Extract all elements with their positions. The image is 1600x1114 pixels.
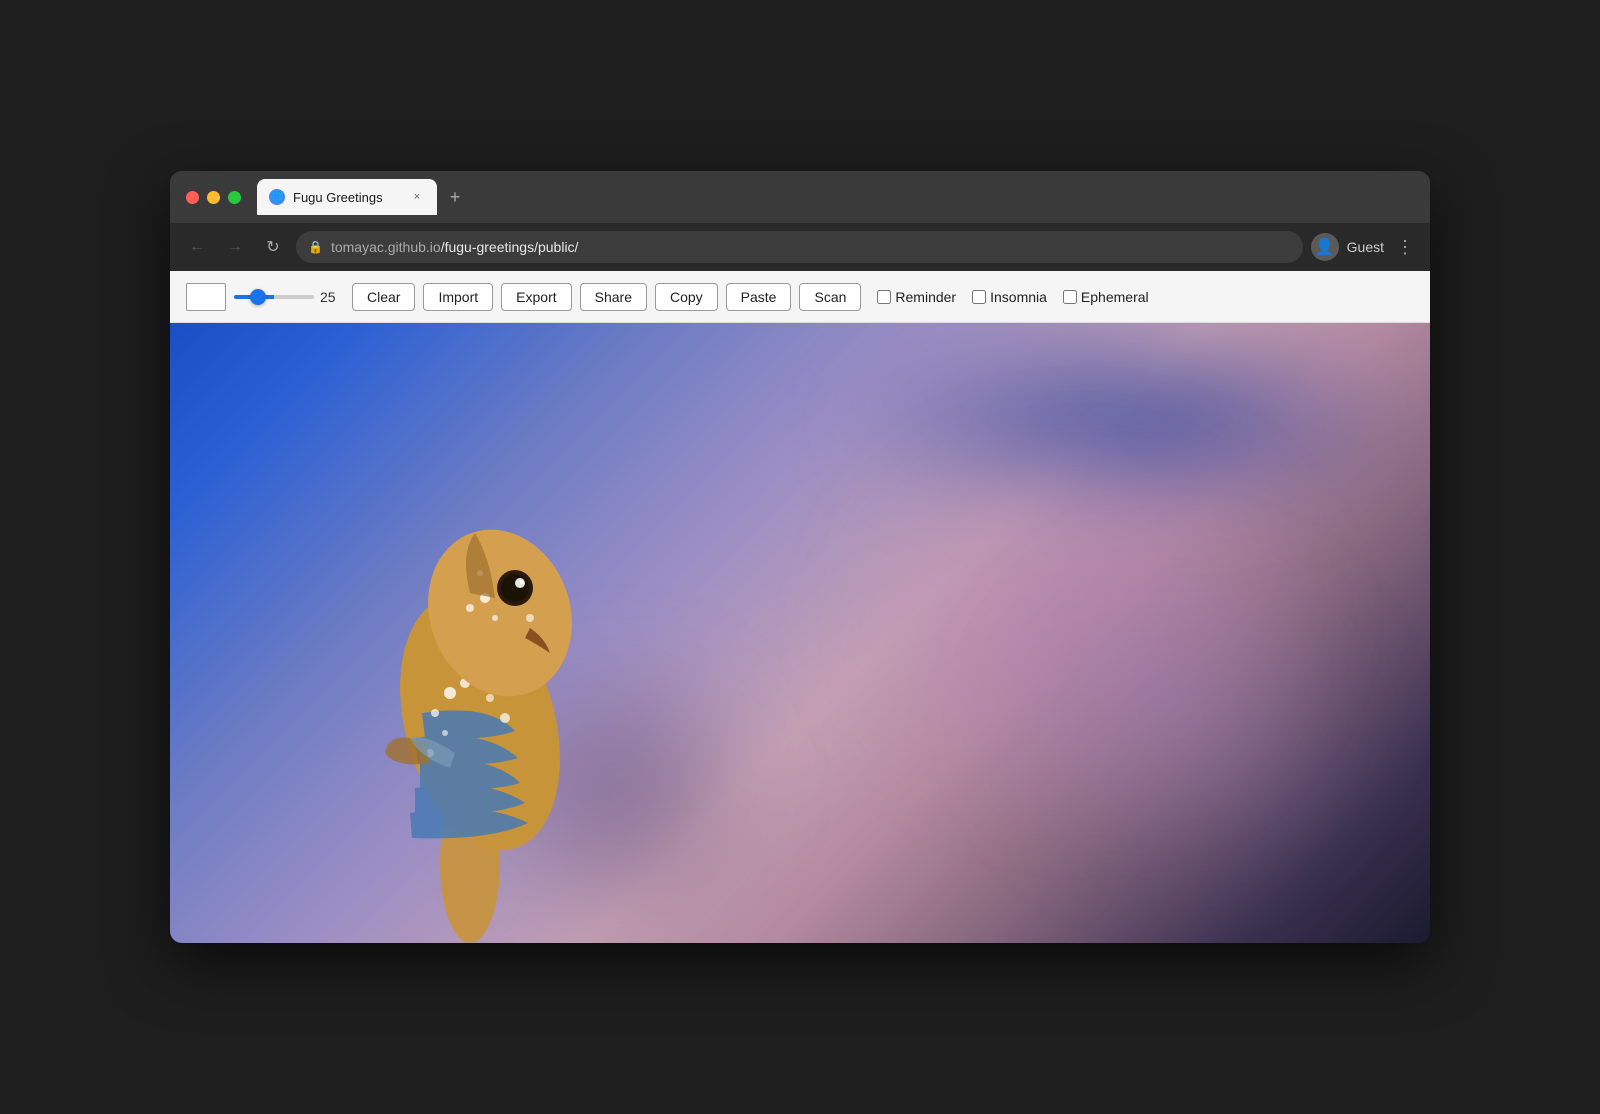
fish-image	[290, 443, 650, 943]
browser-menu-button[interactable]: ⋮	[1392, 233, 1418, 262]
url-bar[interactable]: 🔒 tomayac.github.io/fugu-greetings/publi…	[296, 231, 1303, 263]
title-bar: 🌐 Fugu Greetings × +	[170, 171, 1430, 223]
back-button[interactable]: ←	[182, 232, 212, 262]
maximize-window-button[interactable]	[228, 191, 241, 204]
traffic-lights	[186, 191, 241, 204]
tab-title: Fugu Greetings	[293, 190, 401, 205]
slider-container: 25	[234, 289, 344, 305]
lock-icon: 🔒	[308, 240, 323, 254]
tab-close-button[interactable]: ×	[409, 189, 425, 205]
tab-bar: 🌐 Fugu Greetings × +	[257, 179, 1414, 215]
minimize-window-button[interactable]	[207, 191, 220, 204]
import-button[interactable]: Import	[423, 283, 493, 311]
profile-area[interactable]: 👤 Guest	[1311, 233, 1384, 261]
profile-icon: 👤	[1311, 233, 1339, 261]
scan-button[interactable]: Scan	[799, 283, 861, 311]
reminder-checkbox-label[interactable]: Reminder	[877, 289, 956, 305]
bg-blob-coral-2	[980, 543, 1380, 893]
reminder-checkbox[interactable]	[877, 290, 891, 304]
profile-label: Guest	[1347, 239, 1384, 255]
browser-window: 🌐 Fugu Greetings × + ← → ↻ 🔒 tomayac.git…	[170, 171, 1430, 943]
ephemeral-label: Ephemeral	[1081, 289, 1149, 305]
copy-button[interactable]: Copy	[655, 283, 718, 311]
clear-button[interactable]: Clear	[352, 283, 415, 311]
browser-tab[interactable]: 🌐 Fugu Greetings ×	[257, 179, 437, 215]
refresh-button[interactable]: ↻	[258, 232, 288, 262]
address-bar: ← → ↻ 🔒 tomayac.github.io/fugu-greetings…	[170, 223, 1430, 271]
paste-button[interactable]: Paste	[726, 283, 792, 311]
slider-value: 25	[320, 289, 344, 305]
url-text: tomayac.github.io/fugu-greetings/public/	[331, 239, 579, 255]
new-tab-button[interactable]: +	[441, 183, 469, 211]
url-domain: tomayac.github.io	[331, 239, 441, 255]
export-button[interactable]: Export	[501, 283, 571, 311]
ephemeral-checkbox-label[interactable]: Ephemeral	[1063, 289, 1149, 305]
share-button[interactable]: Share	[580, 283, 647, 311]
tab-favicon-icon: 🌐	[269, 189, 285, 205]
insomnia-checkbox-label[interactable]: Insomnia	[972, 289, 1047, 305]
size-slider[interactable]	[234, 295, 314, 299]
content-area	[170, 323, 1430, 943]
color-preview[interactable]	[186, 283, 226, 311]
ephemeral-checkbox[interactable]	[1063, 290, 1077, 304]
reminder-label: Reminder	[895, 289, 956, 305]
forward-button[interactable]: →	[220, 232, 250, 262]
checkbox-group: Reminder Insomnia Ephemeral	[877, 289, 1148, 305]
url-path: /fugu-greetings/public/	[441, 239, 579, 255]
app-toolbar: 25 Clear Import Export Share Copy Paste …	[170, 271, 1430, 323]
close-window-button[interactable]	[186, 191, 199, 204]
fish-scene	[170, 323, 1430, 943]
insomnia-checkbox[interactable]	[972, 290, 986, 304]
insomnia-label: Insomnia	[990, 289, 1047, 305]
